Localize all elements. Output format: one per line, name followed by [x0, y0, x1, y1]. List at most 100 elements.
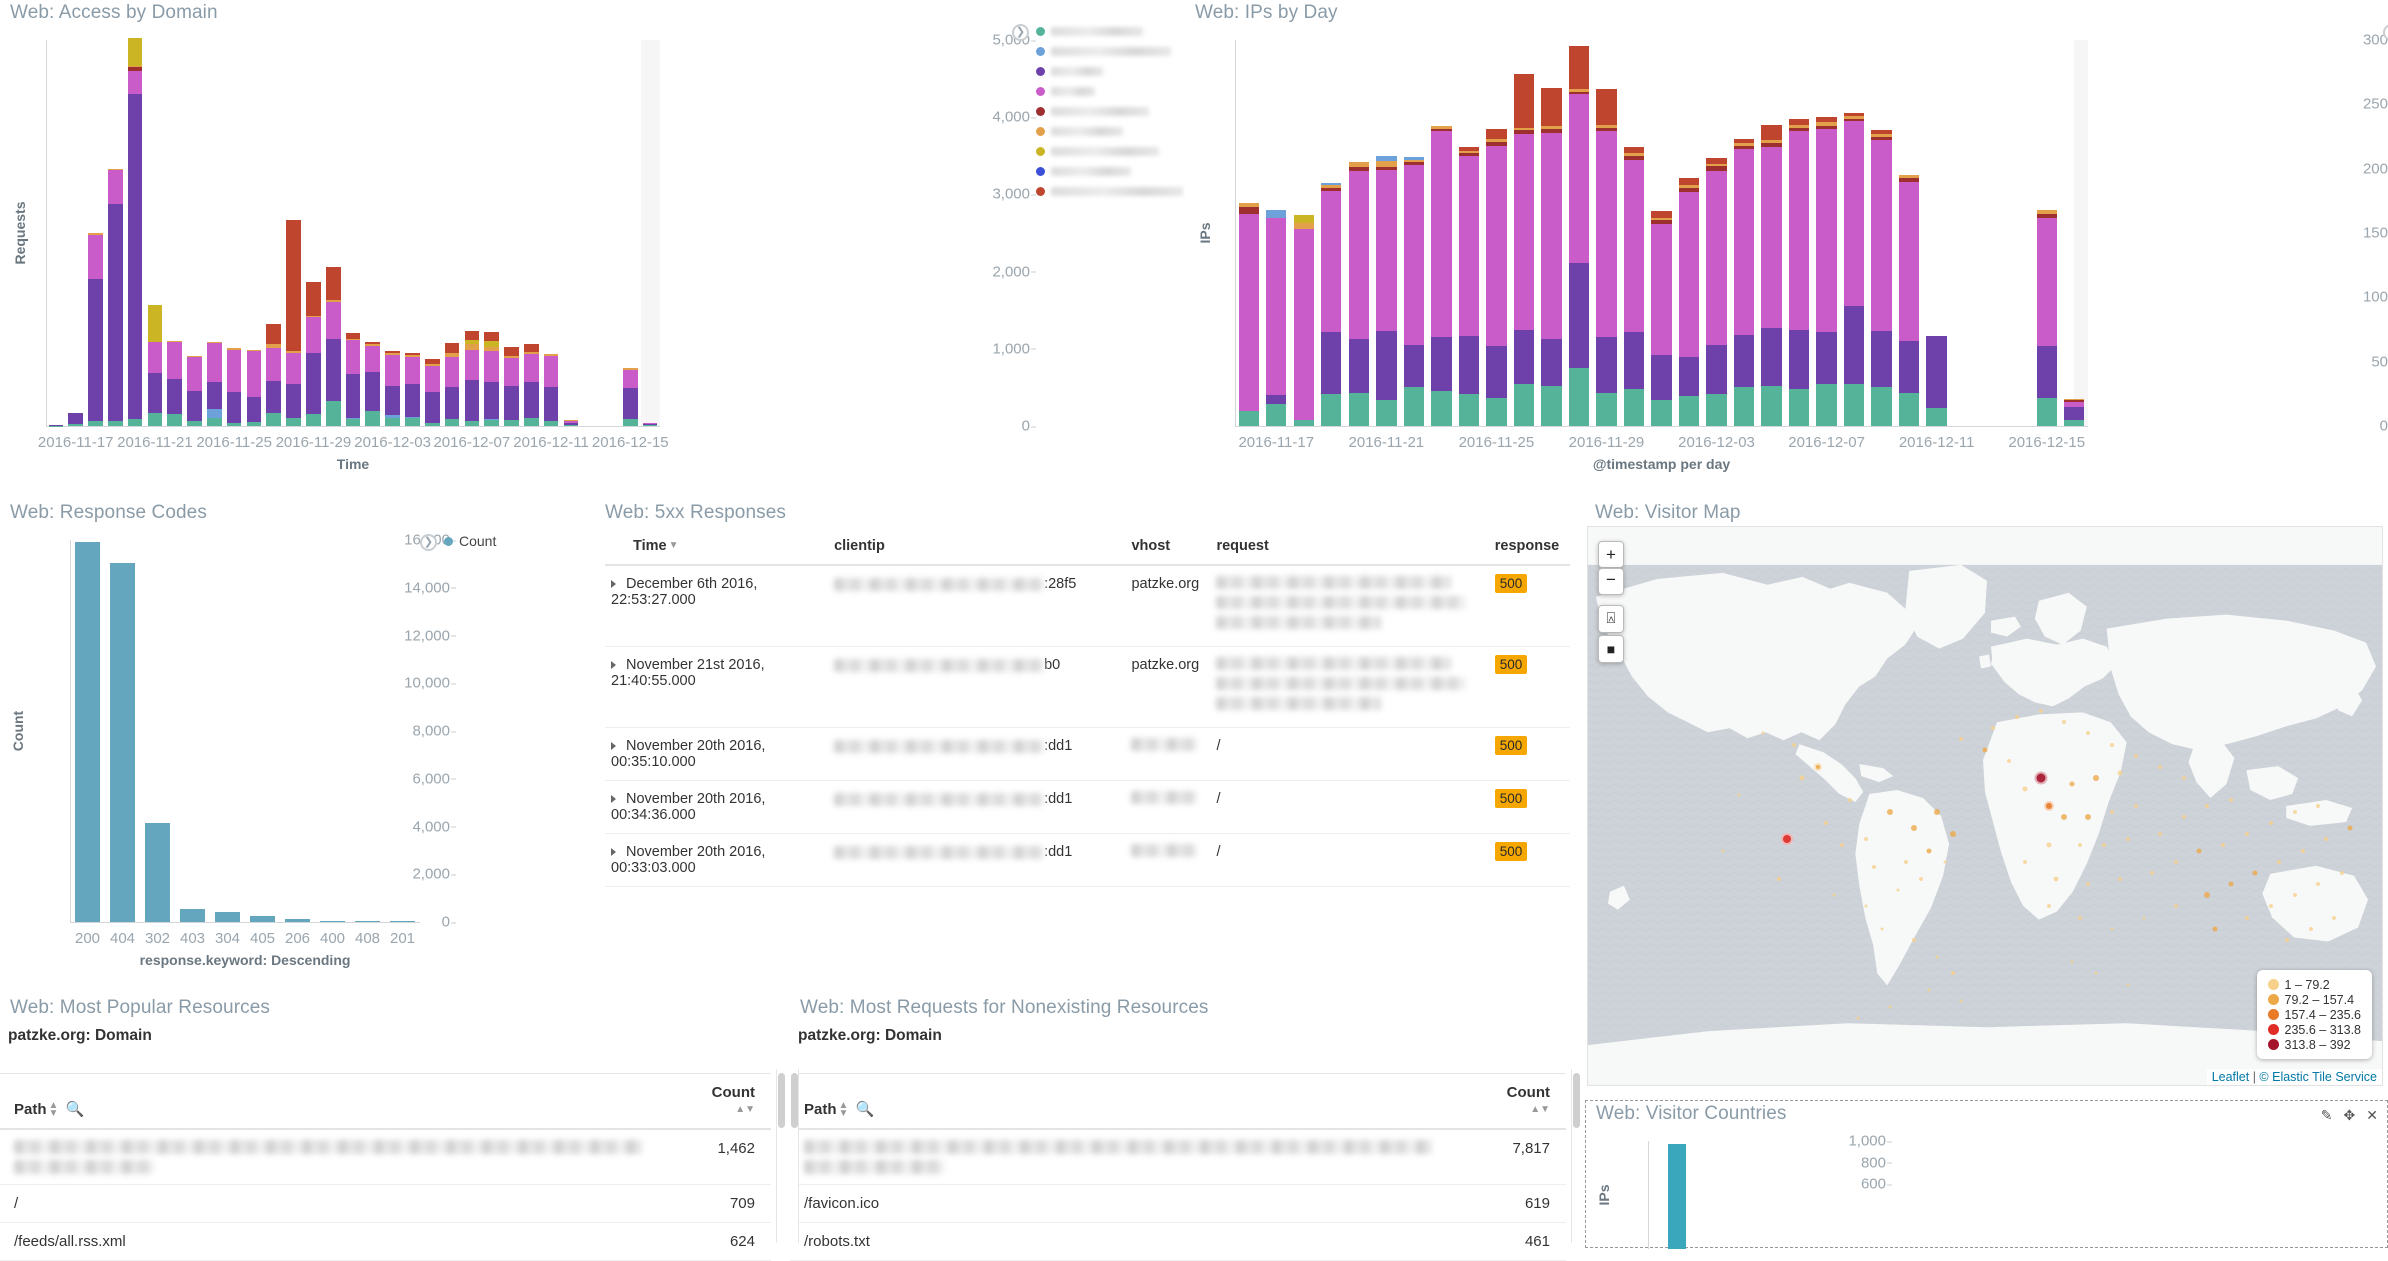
column-header-vhost[interactable]: vhost: [1125, 528, 1210, 565]
bar-segment[interactable]: [286, 353, 301, 384]
bar-segment[interactable]: [1569, 263, 1589, 369]
bar-segment[interactable]: [1871, 140, 1891, 330]
panel-visitor-countries[interactable]: Web: Visitor Countries ✎ ✥ ✕ 6008001,000…: [1585, 1100, 2388, 1248]
map-visitor-dot[interactable]: [2117, 770, 2122, 775]
bar-segment[interactable]: [405, 357, 420, 384]
bar-segment[interactable]: [306, 282, 321, 315]
map-visitor-dot[interactable]: [2007, 759, 2011, 763]
bar-segment[interactable]: [504, 347, 519, 355]
stacked-bar[interactable]: [385, 351, 400, 426]
edit-icon[interactable]: ✎: [2321, 1107, 2333, 1124]
bar-segment[interactable]: [1266, 395, 1286, 404]
bar-segment[interactable]: [68, 424, 83, 426]
bar-segment[interactable]: [1899, 393, 1919, 426]
bar-segment[interactable]: [623, 370, 638, 388]
bar[interactable]: [1668, 1144, 1685, 1249]
bar-segment[interactable]: [385, 418, 400, 426]
bar-segment[interactable]: [1679, 192, 1699, 357]
bar-segment[interactable]: [207, 418, 222, 426]
bar-segment[interactable]: [1926, 336, 1946, 408]
bar-segment[interactable]: [1404, 345, 1424, 387]
bar-segment[interactable]: [1844, 121, 1864, 306]
magnifier-icon[interactable]: 🔍: [856, 1101, 875, 1118]
map-visitor-dot[interactable]: [1737, 793, 1740, 796]
bar-segment[interactable]: [1431, 337, 1451, 391]
table-row[interactable]: 1,462: [0, 1129, 771, 1185]
map-visitor-dot[interactable]: [2158, 765, 2162, 769]
bar-segment[interactable]: [1459, 156, 1479, 336]
zoom-in-button[interactable]: +: [1598, 541, 1624, 568]
stacked-bar[interactable]: [1486, 129, 1506, 426]
map-visitor-dot[interactable]: [2111, 927, 2114, 930]
map-visitor-dot[interactable]: [2078, 916, 2082, 920]
vertical-scrollbar[interactable]: [1571, 1069, 1580, 1243]
stacked-bar[interactable]: [1789, 119, 1809, 426]
bar-segment[interactable]: [266, 413, 281, 426]
bar-segment[interactable]: [68, 413, 83, 424]
map-visitor-dot[interactable]: [2142, 916, 2145, 919]
legend-item[interactable]: [1036, 42, 1183, 60]
map-visitor-dot[interactable]: [1919, 877, 1923, 881]
bar-segment[interactable]: [247, 422, 262, 426]
column-header-request[interactable]: request: [1210, 528, 1488, 565]
expand-row-icon[interactable]: [611, 661, 616, 669]
bar-segment[interactable]: [1541, 133, 1561, 339]
bar-segment[interactable]: [524, 382, 539, 418]
table-row[interactable]: 7,817: [790, 1129, 1566, 1185]
map-visitor-dot[interactable]: [2102, 843, 2106, 847]
bar-segment[interactable]: [1596, 131, 1616, 337]
map-visitor-dot[interactable]: [1951, 971, 1955, 975]
vertical-scrollbar[interactable]: [776, 1069, 785, 1243]
bar-segment[interactable]: [1679, 357, 1699, 397]
bar-segment[interactable]: [346, 374, 361, 417]
map-visitor-dot[interactable]: [1777, 877, 1781, 881]
bar-segment[interactable]: [2064, 407, 2084, 420]
bar-segment[interactable]: [385, 386, 400, 415]
column-header-clientip[interactable]: clientip: [828, 528, 1125, 565]
map-visitor-dot[interactable]: [1983, 748, 1988, 753]
legend-item[interactable]: [1036, 62, 1183, 80]
bar-segment[interactable]: [1376, 170, 1396, 331]
chart-access-by-domain[interactable]: 01,0002,0003,0004,0005,0002016-11-172016…: [0, 24, 1030, 494]
stacked-bar[interactable]: [1404, 157, 1424, 426]
bar-segment[interactable]: [1761, 147, 1781, 328]
map-visitor-dot[interactable]: [1792, 743, 1796, 747]
map-visitor-dot[interactable]: [2118, 877, 2122, 881]
table-row[interactable]: December 6th 2016, 22:53:27.000:28f5patz…: [605, 565, 1570, 647]
map-visitor-dot[interactable]: [1959, 737, 1963, 741]
map-visitor-dot[interactable]: [1761, 732, 1764, 735]
bar-segment[interactable]: [1569, 46, 1589, 88]
map-visitor-dot[interactable]: [1880, 927, 1883, 930]
map-visitor-dot[interactable]: [2047, 904, 2051, 908]
bar-segment[interactable]: [148, 342, 163, 373]
stacked-bar[interactable]: [49, 425, 64, 426]
bar-segment[interactable]: [306, 353, 321, 414]
bar-segment[interactable]: [1431, 131, 1451, 337]
stacked-bar[interactable]: [326, 267, 341, 426]
bar-segment[interactable]: [286, 384, 301, 419]
bar-segment[interactable]: [88, 279, 103, 422]
bar-segment[interactable]: [1734, 149, 1754, 334]
bar-segment[interactable]: [1789, 131, 1809, 329]
bar-segment[interactable]: [207, 409, 222, 417]
stacked-bar[interactable]: [1761, 125, 1781, 426]
bar-segment[interactable]: [148, 373, 163, 412]
map-visitor-dot[interactable]: [2174, 904, 2178, 908]
stacked-bar[interactable]: [227, 348, 242, 426]
bar-segment[interactable]: [1651, 355, 1671, 400]
bar-segment[interactable]: [445, 357, 460, 386]
map-visitor-dot[interactable]: [2061, 814, 2067, 820]
bar-segment[interactable]: [1926, 408, 1946, 426]
bar-segment[interactable]: [1789, 389, 1809, 426]
map-visitor-dot[interactable]: [2221, 843, 2225, 847]
bar-segment[interactable]: [1706, 394, 1726, 426]
bar-segment[interactable]: [484, 382, 499, 419]
bar[interactable]: [355, 921, 381, 922]
map-visitor-dot[interactable]: [2062, 720, 2066, 724]
map-visitor-dot[interactable]: [1950, 831, 1956, 837]
bar-segment[interactable]: [544, 421, 559, 426]
map-visitor-dot[interactable]: [2316, 882, 2320, 886]
stacked-bar[interactable]: [68, 413, 83, 426]
bar-segment[interactable]: [465, 380, 480, 420]
stacked-bar[interactable]: [88, 233, 103, 426]
